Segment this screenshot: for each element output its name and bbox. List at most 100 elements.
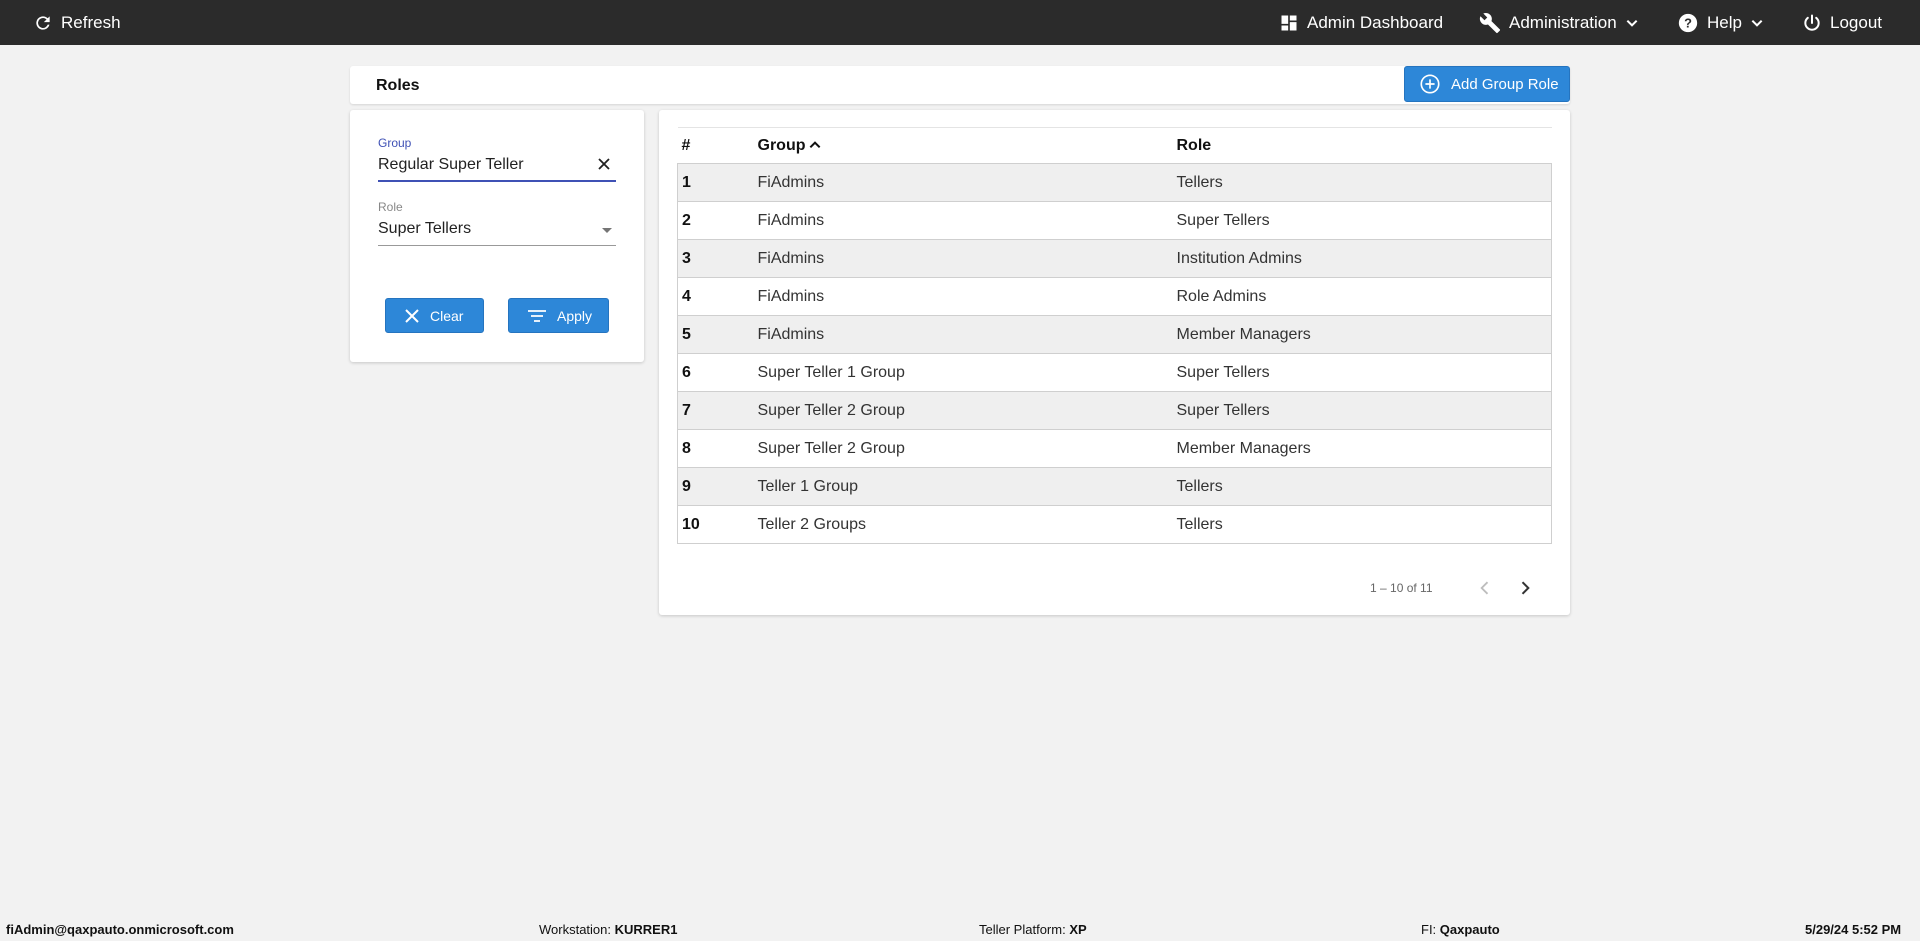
page-header: Roles [350, 66, 1570, 104]
admin-dashboard-link[interactable]: Admin Dashboard [1279, 0, 1443, 45]
row-role: Tellers [1176, 515, 1223, 533]
page-title: Roles [376, 77, 420, 94]
chevron-down-icon [1751, 19, 1763, 27]
table-row[interactable]: 5 FiAdmins Member Managers [677, 315, 1552, 354]
logout-button[interactable]: Logout [1802, 0, 1882, 45]
footer-user: fiAdmin@qaxpauto.onmicrosoft.com [6, 922, 234, 937]
row-number: 2 [682, 211, 691, 229]
row-number: 4 [682, 287, 691, 305]
refresh-button[interactable]: Refresh [33, 0, 121, 45]
filter-icon [528, 309, 546, 322]
row-group: Super Teller 2 Group [757, 401, 905, 419]
workstation-value: KURRER1 [614, 922, 678, 937]
previous-page-button[interactable] [1475, 578, 1495, 598]
workstation-label: Workstation: [539, 922, 615, 937]
role-select-value: Super Tellers [378, 220, 472, 237]
row-number: 10 [682, 515, 700, 533]
role-select-underline [378, 245, 616, 246]
add-group-role-button[interactable]: Add Group Role [1404, 66, 1570, 102]
role-select[interactable]: Super Tellers [378, 220, 616, 244]
table-row[interactable]: 1 FiAdmins Tellers [677, 163, 1552, 202]
table-row[interactable]: 6 Super Teller 1 Group Super Tellers [677, 353, 1552, 392]
row-role: Super Tellers [1176, 401, 1270, 419]
footer-teller-platform: Teller Platform: XP [979, 922, 1087, 937]
row-role: Tellers [1176, 477, 1223, 495]
column-header-group[interactable]: Group [754, 128, 1173, 164]
chevron-down-icon [1626, 19, 1638, 27]
table-row[interactable]: 7 Super Teller 2 Group Super Tellers [677, 391, 1552, 430]
row-number: 8 [682, 439, 691, 457]
row-role: Super Tellers [1176, 211, 1270, 229]
footer-workstation: Workstation: KURRER1 [539, 922, 677, 937]
row-number: 3 [682, 249, 691, 267]
fi-label: FI: [1421, 922, 1440, 937]
power-icon [1804, 14, 1820, 31]
help-label: Help [1707, 12, 1742, 32]
admin-dashboard-label: Admin Dashboard [1307, 12, 1444, 32]
dropdown-arrow-icon [602, 228, 612, 233]
row-group: Super Teller 1 Group [757, 363, 905, 381]
filter-panel: Group Role Super Tellers Clear Apply [350, 110, 644, 362]
teller-platform-label: Teller Platform: [979, 922, 1070, 937]
row-role: Member Managers [1176, 325, 1311, 343]
roles-table: # Group Role 1 FiAdmins Tellers 2 FiAdmins S… [677, 127, 1552, 544]
row-group: Teller 2 Groups [757, 515, 867, 533]
logout-label: Logout [1830, 12, 1882, 32]
row-group: FiAdmins [757, 173, 825, 191]
close-icon [598, 158, 610, 170]
add-circle-icon [1420, 74, 1440, 94]
table-row[interactable]: 8 Super Teller 2 Group Member Managers [677, 429, 1552, 468]
role-field-label: Role [378, 200, 403, 214]
row-number: 5 [682, 325, 691, 343]
table-row[interactable]: 4 FiAdmins Role Admins [677, 277, 1552, 316]
refresh-label: Refresh [61, 12, 121, 32]
footer-datetime: 5/29/24 5:52 PM [1805, 922, 1902, 937]
table-row[interactable]: 3 FiAdmins Institution Admins [677, 239, 1552, 278]
table-header-row: # Group Role [677, 127, 1552, 164]
row-role: Tellers [1176, 173, 1223, 191]
table-row[interactable]: 9 Teller 1 Group Tellers [677, 467, 1552, 506]
row-role: Institution Admins [1176, 249, 1302, 267]
row-group: Super Teller 2 Group [757, 439, 905, 457]
group-field-label: Group [378, 136, 412, 150]
apply-label: Apply [557, 307, 593, 324]
row-number: 9 [682, 477, 691, 495]
clear-group-button[interactable] [594, 154, 614, 174]
next-page-button[interactable] [1515, 578, 1535, 598]
row-number: 6 [682, 363, 691, 381]
row-group: FiAdmins [757, 249, 825, 267]
table-row[interactable]: 2 FiAdmins Super Tellers [677, 201, 1552, 240]
fi-value: Qaxpauto [1439, 922, 1500, 937]
clear-label: Clear [430, 307, 464, 324]
administration-label: Administration [1509, 12, 1617, 32]
dashboard-icon [1281, 15, 1297, 30]
pagination-range: 1 – 10 of 11 [1370, 581, 1433, 595]
row-role: Super Tellers [1176, 363, 1270, 381]
footer-fi: FI: Qaxpauto [1421, 922, 1500, 937]
add-group-role-label: Add Group Role [1451, 75, 1559, 93]
table-row[interactable]: 10 Teller 2 Groups Tellers [677, 505, 1552, 544]
help-icon: ? [1678, 13, 1698, 32]
top-nav-bar: Refresh Admin Dashboard Administration ?… [0, 0, 1920, 45]
help-menu[interactable]: ? Help [1677, 0, 1764, 45]
close-icon [405, 308, 419, 323]
status-bar: fiAdmin@qaxpauto.onmicrosoft.com Worksta… [0, 915, 1920, 941]
row-role: Role Admins [1176, 287, 1267, 305]
row-group: FiAdmins [757, 211, 825, 229]
row-number: 7 [682, 401, 691, 419]
row-number: 1 [682, 173, 691, 191]
column-header-role: Role [1176, 136, 1212, 154]
wrench-icon [1479, 12, 1501, 33]
svg-text:?: ? [1684, 15, 1692, 30]
group-input[interactable] [378, 154, 588, 176]
roles-table-card: # Group Role 1 FiAdmins Tellers 2 FiAdmins S… [659, 110, 1570, 615]
administration-menu[interactable]: Administration [1479, 0, 1639, 45]
row-group: FiAdmins [757, 287, 825, 305]
apply-button[interactable]: Apply [508, 298, 609, 333]
chevron-right-icon [1521, 581, 1530, 595]
column-header-number: # [681, 136, 691, 154]
row-role: Member Managers [1176, 439, 1311, 457]
clear-button[interactable]: Clear [385, 298, 484, 333]
refresh-icon [36, 15, 50, 30]
sort-ascending-icon [809, 141, 820, 149]
